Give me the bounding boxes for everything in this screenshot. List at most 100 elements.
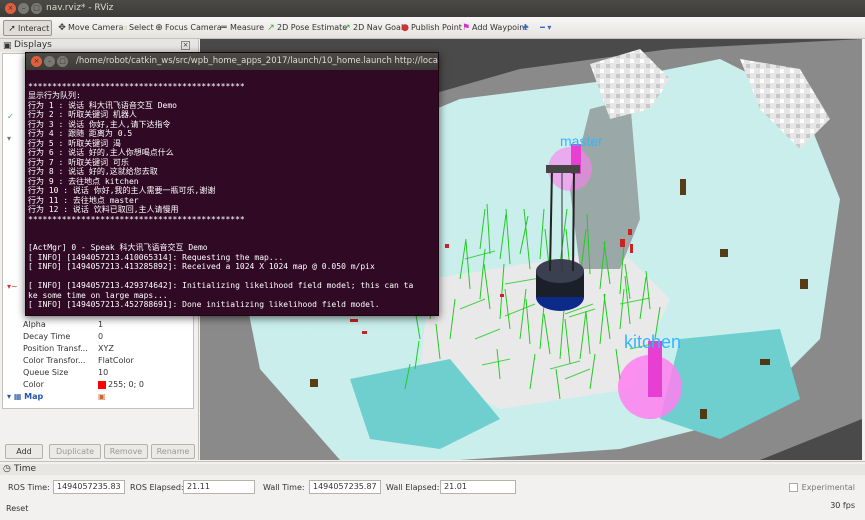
green-arrow-icon: ↗ bbox=[343, 23, 351, 33]
reset-button[interactable]: Reset bbox=[6, 503, 28, 515]
wall-elapsed-field[interactable]: 21.01 bbox=[440, 480, 516, 494]
check-icon: ✓ bbox=[7, 112, 14, 121]
terminal-line: 行为 4 : 跟随 距离为 0.5 bbox=[28, 129, 133, 138]
color-swatch bbox=[98, 380, 106, 389]
focus-icon: ⊕ bbox=[155, 23, 163, 33]
fps-readout: 30 fps bbox=[830, 501, 855, 510]
ruler-icon: ═ bbox=[221, 23, 227, 33]
rviz-window: × – □ nav.rviz* - RViz ➚ Interact ✥ Move C… bbox=[0, 0, 865, 520]
label-master: master bbox=[560, 133, 603, 149]
focus-camera-tool[interactable]: ⊕ Focus Camera bbox=[153, 20, 222, 36]
toolbar: ➚ Interact ✥ Move Camera ▭ Select ⊕ Focus Ca… bbox=[0, 17, 865, 39]
wall-time-label: Wall Time: bbox=[263, 483, 305, 492]
experimental-checkbox[interactable]: Experimental bbox=[788, 482, 855, 494]
prop-queue-value[interactable]: 10 bbox=[98, 367, 108, 378]
waypoint-icon: ⚑ bbox=[461, 23, 471, 33]
terminal-line: 行为 10 : 说话 你好,我的主人需要一瓶可乐,谢谢 bbox=[28, 186, 216, 195]
add-waypoint-tool[interactable]: ⚑ Add Waypoint bbox=[460, 20, 528, 36]
measure-tool[interactable]: ═ Measure bbox=[218, 20, 264, 36]
wall-time-field[interactable]: 1494057235.87 bbox=[309, 480, 381, 494]
window-title: nav.rviz* - RViz bbox=[46, 3, 114, 13]
time-header: ◷ Time bbox=[0, 464, 865, 475]
wall-elapsed-label: Wall Elapsed: bbox=[386, 483, 440, 492]
interact-tool[interactable]: ➚ Interact bbox=[3, 20, 53, 36]
prop-decay-label: Decay Time bbox=[23, 332, 71, 341]
map-display-item[interactable]: ▾ ▦ Map bbox=[7, 391, 43, 402]
terminal-line: 行为 2 : 听取关键词 机器人 bbox=[28, 110, 137, 119]
publish-point-tool[interactable]: ● Publish Point bbox=[399, 20, 462, 36]
terminal-line: 显示行为队列: bbox=[28, 91, 81, 100]
cursor-icon: ➚ bbox=[8, 24, 16, 34]
map-status-icon: ▣ bbox=[98, 392, 106, 401]
terminal-line: [ INFO] [1494057213.413285892]: Received… bbox=[28, 262, 375, 271]
maximize-icon[interactable]: □ bbox=[31, 3, 42, 14]
terminal-line: 行为 8 : 说话 好的,这就给您去取 bbox=[28, 167, 158, 176]
minimize-icon[interactable]: – bbox=[44, 56, 55, 67]
ros-time-label: ROS Time: bbox=[8, 483, 50, 492]
ros-elapsed-label: ROS Elapsed: bbox=[130, 483, 184, 492]
move-icon: ✥ bbox=[58, 23, 66, 33]
expand-icon: ▾ bbox=[7, 134, 12, 143]
terminal-line: [ INFO] [1494057213.452788691]: Done ini… bbox=[28, 300, 380, 309]
prop-colortf-label: Color Transfor... bbox=[23, 356, 86, 365]
close-icon[interactable]: × bbox=[31, 56, 42, 67]
checkbox-icon bbox=[788, 483, 798, 492]
prop-color-label: Color bbox=[23, 380, 44, 389]
terminal-window[interactable]: × – □ /home/robot/catkin_ws/src/wpb_home… bbox=[25, 52, 439, 316]
terminal-title-bar: × – □ /home/robot/catkin_ws/src/wpb_home… bbox=[26, 53, 438, 70]
prop-decay-value[interactable]: 0 bbox=[98, 331, 103, 342]
terminal-line: [ActMgr] 0 - Speak 科大讯飞语音交互 Demo bbox=[28, 243, 208, 252]
plus-icon[interactable]: ✚ bbox=[522, 20, 529, 36]
minimize-icon[interactable]: – bbox=[18, 3, 29, 14]
prop-color-value[interactable]: 255; 0; 0 bbox=[98, 379, 144, 390]
green-arrow-icon: ↗ bbox=[267, 23, 275, 33]
terminal-line: 行为 7 : 听取关键词 可乐 bbox=[28, 157, 129, 167]
prop-colortf-value[interactable]: FlatColor bbox=[98, 355, 134, 366]
close-icon[interactable]: × bbox=[5, 3, 16, 14]
nav-goal-tool[interactable]: ↗ 2D Nav Goal bbox=[341, 20, 403, 36]
terminal-line: 行为 11 : 去往地点 master bbox=[28, 195, 139, 205]
rename-button[interactable]: Rename bbox=[151, 444, 195, 459]
terminal-line: 行为 5 : 听取关键词 渴 bbox=[28, 138, 121, 148]
select-tool[interactable]: ▭ Select bbox=[117, 20, 154, 36]
terminal-line: [ INFO] [1494057213.429374642]: Initiali… bbox=[28, 281, 414, 290]
title-bar: × – □ nav.rviz* - RViz bbox=[0, 0, 865, 17]
terminal-line: ****************************************… bbox=[28, 81, 245, 91]
duplicate-button[interactable]: Duplicate bbox=[49, 444, 101, 459]
remove-button[interactable]: Remove bbox=[104, 444, 148, 459]
displays-header: ▣ Displays × bbox=[0, 39, 198, 52]
terminal-title: /home/robot/catkin_ws/src/wpb_home_apps_… bbox=[76, 56, 438, 66]
clock-icon: ◷ bbox=[3, 464, 11, 474]
time-panel: ◷ Time ROS Time: 1494057235.83 ROS Elapse… bbox=[0, 461, 865, 520]
terminal-line: 行为 12 : 说话 饮料已取回,主人请慢用 bbox=[28, 205, 179, 214]
add-button[interactable]: Add bbox=[5, 444, 43, 459]
terminal-output[interactable]: ****************************************… bbox=[28, 72, 436, 315]
terminal-line: ke some time on large maps... bbox=[28, 290, 168, 300]
ros-elapsed-field[interactable]: 21.11 bbox=[183, 480, 255, 494]
terminal-line: [ INFO] [1494057213.410065314]: Requesti… bbox=[28, 252, 284, 262]
prop-position-value[interactable]: XYZ bbox=[98, 343, 114, 354]
maximize-icon[interactable]: □ bbox=[57, 56, 68, 67]
terminal-line: 行为 1 : 说话 科大讯飞语音交互 Demo bbox=[28, 100, 177, 110]
prop-alpha-label: Alpha bbox=[23, 320, 46, 329]
prop-queue-label: Queue Size bbox=[23, 368, 69, 377]
terminal-line: 行为 6 : 说话 好的,主人你想喝点什么 bbox=[28, 148, 174, 157]
map-icon: ▦ bbox=[13, 392, 22, 401]
prop-alpha-value[interactable]: 1 bbox=[98, 319, 103, 330]
pose-estimate-tool[interactable]: ↗ 2D Pose Estimate bbox=[265, 20, 347, 36]
pin-icon: ● bbox=[401, 23, 409, 33]
select-icon: ▭ bbox=[118, 23, 128, 33]
prop-position-label: Position Transf... bbox=[23, 344, 88, 353]
label-kitchen: kitchen bbox=[624, 332, 681, 352]
minus-dropdown-icon[interactable]: ━ ▾ bbox=[540, 20, 551, 36]
terminal-line: ****************************************… bbox=[28, 214, 245, 224]
move-camera-tool[interactable]: ✥ Move Camera bbox=[56, 20, 123, 36]
ros-time-field[interactable]: 1494057235.83 bbox=[53, 480, 125, 494]
monitor-icon: ▣ bbox=[3, 41, 12, 51]
terminal-line: 行为 9 : 去往地点 kitchen bbox=[28, 176, 139, 186]
close-icon[interactable]: × bbox=[181, 41, 190, 50]
